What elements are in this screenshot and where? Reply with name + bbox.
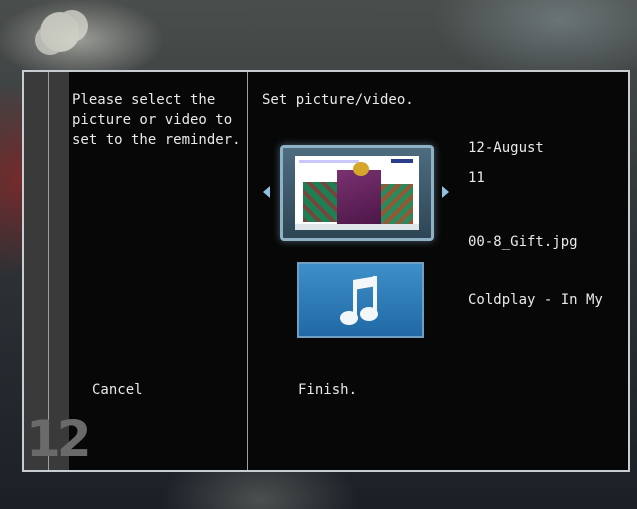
- chevron-right-icon[interactable]: [442, 186, 449, 198]
- music-note-icon: [340, 276, 378, 325]
- panel-heading: Set picture/video.: [262, 92, 414, 108]
- file-name: 00-8_Gift.jpg: [468, 234, 578, 250]
- instruction-text: Please select the picture or video to se…: [72, 92, 241, 148]
- background-flower: [40, 12, 80, 52]
- panel-divider: [247, 72, 248, 470]
- day-number: 12: [26, 410, 92, 468]
- reminder-dialog: 12 Please select the picture or video to…: [22, 70, 630, 472]
- calendar-strip: 12: [24, 72, 92, 470]
- cancel-button[interactable]: Cancel: [92, 380, 143, 400]
- date-line1: 12-August: [468, 140, 544, 156]
- date-line2: 11: [468, 170, 485, 186]
- chevron-left-icon[interactable]: [263, 186, 270, 198]
- selected-picture-thumbnail[interactable]: [280, 145, 434, 241]
- song-name: Coldplay - In My: [468, 292, 603, 308]
- music-thumbnail[interactable]: [297, 262, 424, 338]
- gift-photo: [295, 156, 419, 230]
- finish-button[interactable]: Finish.: [298, 380, 357, 400]
